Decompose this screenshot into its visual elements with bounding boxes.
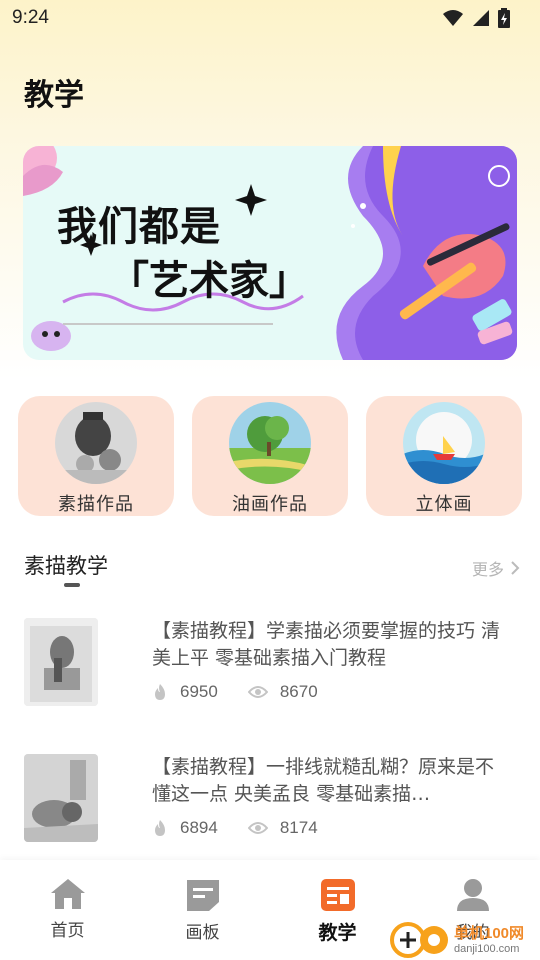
nav-board[interactable]: 画板 <box>135 860 270 960</box>
more-label: 更多 <box>471 560 504 579</box>
3d-painting-thumbnail <box>403 402 485 484</box>
eye-icon <box>247 686 268 698</box>
home-icon <box>50 879 85 909</box>
category-cards: 素描作品 油画作品 立体画 <box>18 396 522 516</box>
watermark-logo: 单机100网 danji100.com <box>388 916 540 960</box>
more-link[interactable]: 更多 <box>472 556 520 580</box>
views-count: 8670 <box>279 682 318 701</box>
eye-icon <box>247 822 268 834</box>
nav-home[interactable]: 首页 <box>0 860 135 960</box>
category-label: 素描作品 <box>58 494 134 515</box>
fire-icon <box>155 820 165 836</box>
category-3d-painting[interactable]: 立体画 <box>366 396 522 516</box>
section-header: 素描教学 更多 <box>24 548 520 588</box>
promo-banner[interactable]: 我们都是 「艺术家」 <box>23 146 517 360</box>
nav-label: 首页 <box>50 921 85 941</box>
article-stats: 6950 8670 <box>152 682 348 702</box>
banner-headline-2: 「艺术家」 <box>109 258 309 304</box>
banner-headline-1: 我们都是 <box>57 204 221 250</box>
status-icons <box>442 8 510 28</box>
article-title: 【素描教程】学素描必须要掌握的技巧 清美上平 零基础素描入门教程 <box>152 620 501 669</box>
status-bar: 9:24 <box>0 0 540 36</box>
status-time: 9:24 <box>12 7 49 28</box>
likes-stat: 6950 <box>152 682 218 702</box>
article-thumbnail <box>24 754 98 842</box>
sketch-thumbnail <box>55 402 137 484</box>
article-thumbnail <box>24 618 98 706</box>
article-stats: 6894 8174 <box>152 818 348 838</box>
section-indicator <box>64 583 80 587</box>
likes-stat: 6894 <box>152 818 218 838</box>
section-title: 素描教学 <box>24 554 108 578</box>
page-title: 教学 <box>24 78 84 113</box>
nav-label: 画板 <box>185 923 220 943</box>
wifi-icon <box>443 10 463 26</box>
category-label: 立体画 <box>415 494 473 515</box>
views-stat: 8174 <box>247 818 318 838</box>
nav-teaching[interactable]: 教学 <box>270 860 405 960</box>
watermark-url: danji100.com <box>454 942 520 955</box>
chevron-right-icon <box>511 561 520 575</box>
teaching-icon <box>320 879 355 911</box>
signal-icon <box>473 10 489 26</box>
fire-icon <box>155 684 165 700</box>
board-icon <box>186 880 219 911</box>
article-title: 【素描教程】一排线就糙乱糊？原来是不懂这一点 央美孟良 零基础素描… <box>152 756 495 805</box>
watermark-name: 单机100网 <box>454 924 525 942</box>
article-item[interactable]: 【素描教程】一排线就糙乱糊？原来是不懂这一点 央美孟良 零基础素描… 6894 … <box>24 754 520 854</box>
watermark-icon <box>390 922 448 958</box>
likes-count: 6894 <box>180 818 218 837</box>
article-item[interactable]: 【素描教程】学素描必须要掌握的技巧 清美上平 零基础素描入门教程 6950 86… <box>24 618 520 718</box>
category-sketch[interactable]: 素描作品 <box>18 396 174 516</box>
nav-label: 教学 <box>318 922 357 944</box>
battery-icon <box>498 8 510 28</box>
oil-painting-thumbnail <box>229 402 311 484</box>
likes-count: 6950 <box>180 682 218 701</box>
category-oil-painting[interactable]: 油画作品 <box>192 396 348 516</box>
profile-icon <box>456 879 489 911</box>
views-stat: 8670 <box>247 682 318 702</box>
category-label: 油画作品 <box>232 494 308 515</box>
views-count: 8174 <box>279 818 318 837</box>
